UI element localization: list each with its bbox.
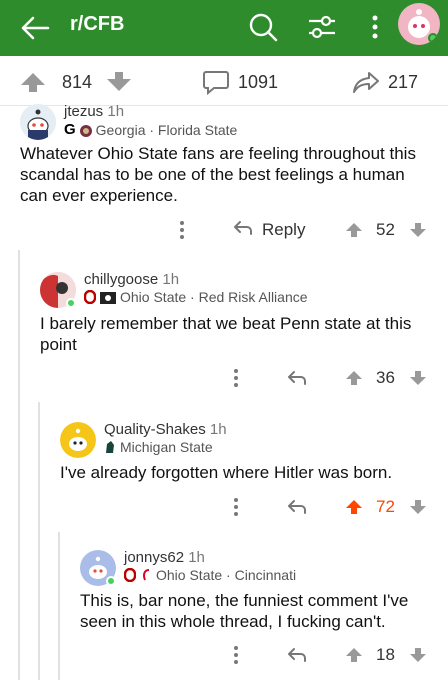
comment-author[interactable]: chillygoose 1h xyxy=(84,271,179,288)
cincinnati-logo-icon xyxy=(140,568,152,582)
user-avatar[interactable] xyxy=(398,3,440,45)
flair-text: Michigan State xyxy=(120,439,213,455)
michigan-state-logo-icon xyxy=(104,440,116,454)
post-score: 814 xyxy=(62,71,93,92)
downvote-arrow-icon[interactable] xyxy=(408,364,428,392)
georgia-logo-icon: G xyxy=(64,121,76,138)
reply-arrow-icon xyxy=(232,218,254,243)
more-options-icon[interactable] xyxy=(232,364,240,392)
comment-author[interactable]: jonnys62 1h xyxy=(124,549,205,566)
comment-body: I barely remember that we beat Penn stat… xyxy=(40,314,412,354)
thread-line[interactable] xyxy=(58,532,60,680)
username[interactable]: Quality-Shakes xyxy=(104,421,206,438)
post-upvote-group: 814 xyxy=(18,69,134,95)
red-risk-alliance-logo-icon xyxy=(100,291,116,304)
upvote-arrow-icon-active[interactable] xyxy=(344,493,364,521)
comment-actions: 72 xyxy=(230,493,430,521)
comment-body: This is, bar none, the funniest comment … xyxy=(80,591,409,631)
post-share-button[interactable]: 217 xyxy=(352,69,418,95)
comment-body: Whatever Ohio State fans are feeling thr… xyxy=(20,144,416,205)
downvote-arrow-icon[interactable] xyxy=(104,70,134,94)
reply-arrow-icon[interactable] xyxy=(286,493,308,521)
reply-button[interactable]: Reply xyxy=(232,216,305,244)
reply-label: Reply xyxy=(262,220,306,239)
comment-score: 18 xyxy=(376,645,395,664)
post-share-count: 217 xyxy=(388,71,419,92)
comment-age: 1h xyxy=(188,549,205,566)
sort-filter-icon[interactable] xyxy=(305,10,339,44)
user-flair: Ohio State · Red Risk Alliance xyxy=(83,289,308,305)
flair-text: Georgia · Florida State xyxy=(95,121,238,138)
online-status-dot xyxy=(66,298,76,308)
comment-score: 36 xyxy=(376,368,395,387)
reply-arrow-icon[interactable] xyxy=(286,364,308,392)
thread-line[interactable] xyxy=(38,402,40,680)
flair-text: Ohio State · Red Risk Alliance xyxy=(120,289,308,305)
thread-line[interactable] xyxy=(18,250,20,680)
comment-age: 1h xyxy=(107,103,125,120)
search-icon[interactable] xyxy=(246,10,280,44)
more-options-icon[interactable] xyxy=(358,10,392,44)
avatar[interactable] xyxy=(60,422,96,458)
florida-state-logo-icon xyxy=(79,124,92,137)
username[interactable]: jtezus xyxy=(64,103,103,120)
comment-actions: 18 xyxy=(230,641,430,669)
user-flair: G Georgia · Florida State xyxy=(64,121,237,138)
subreddit-title[interactable]: r/CFB xyxy=(70,13,124,36)
post-action-bar: 814 1091 217 xyxy=(0,56,448,106)
comment-actions: Reply 52 xyxy=(170,216,430,244)
more-options-icon[interactable] xyxy=(232,493,240,521)
comment-actions: 36 xyxy=(230,364,430,392)
reply-arrow-icon[interactable] xyxy=(286,641,308,669)
downvote-arrow-icon[interactable] xyxy=(408,216,428,244)
ohio-state-logo-icon xyxy=(83,289,97,305)
user-flair: Michigan State xyxy=(104,439,213,455)
upvote-arrow-icon[interactable] xyxy=(18,70,48,94)
more-options-icon[interactable] xyxy=(232,641,240,669)
comment-body: I've already forgotten where Hitler was … xyxy=(60,463,393,482)
user-flair: Ohio State · Cincinnati xyxy=(123,567,297,583)
more-options-icon[interactable] xyxy=(178,216,186,244)
ohio-state-logo-icon xyxy=(123,567,137,583)
upvote-arrow-icon[interactable] xyxy=(344,364,364,392)
share-arrow-icon xyxy=(352,70,380,94)
downvote-arrow-icon[interactable] xyxy=(408,493,428,521)
top-app-bar: r/CFB xyxy=(0,0,448,56)
comment-bubble-icon xyxy=(202,69,230,96)
avatar[interactable] xyxy=(20,104,56,140)
online-status-dot xyxy=(428,33,438,43)
online-status-dot xyxy=(106,576,116,586)
post-comments-button[interactable]: 1091 xyxy=(202,69,279,96)
post-comment-count: 1091 xyxy=(238,71,279,92)
comment-age: 1h xyxy=(162,271,180,288)
username[interactable]: jonnys62 xyxy=(124,549,184,566)
comment-age: 1h xyxy=(209,421,227,438)
comment-author[interactable]: jtezus 1h xyxy=(64,103,124,120)
back-arrow-icon[interactable] xyxy=(18,12,52,44)
comment-author[interactable]: Quality-Shakes 1h xyxy=(104,421,227,438)
downvote-arrow-icon[interactable] xyxy=(408,641,428,669)
comment-score: 72 xyxy=(376,497,395,516)
upvote-arrow-icon[interactable] xyxy=(344,216,364,244)
username[interactable]: chillygoose xyxy=(84,271,158,288)
comment-score: 52 xyxy=(376,220,395,239)
flair-text: Ohio State · Cincinnati xyxy=(156,567,297,583)
upvote-arrow-icon[interactable] xyxy=(344,641,364,669)
